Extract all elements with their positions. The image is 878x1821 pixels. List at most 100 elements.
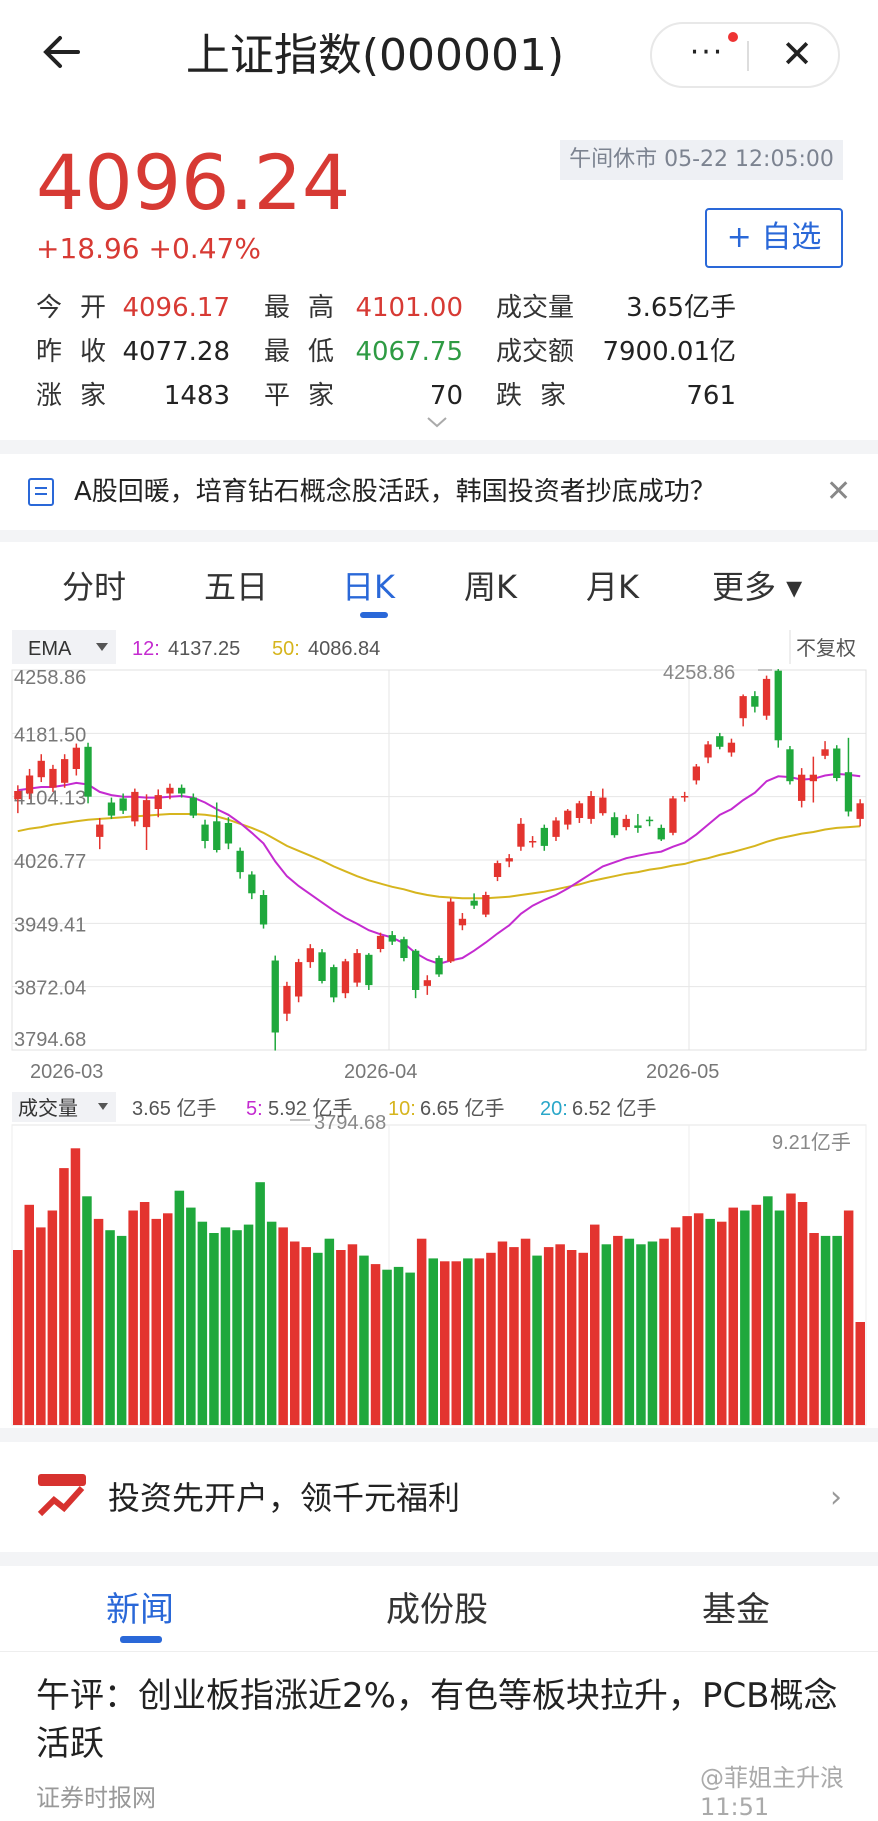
section-divider bbox=[0, 1552, 878, 1566]
account-promo[interactable]: 投资先开户，领千元福利 › bbox=[0, 1442, 878, 1552]
volume-bar bbox=[428, 1258, 438, 1425]
candle-body bbox=[25, 775, 34, 794]
tab-five-day[interactable]: 五日 bbox=[204, 562, 268, 612]
volume-bar bbox=[105, 1230, 115, 1425]
volume-bar bbox=[220, 1227, 231, 1425]
stat-value: 4096.17 bbox=[122, 293, 230, 323]
candle-body bbox=[306, 948, 314, 963]
stat-label: 平家 bbox=[264, 381, 353, 411]
candle-body bbox=[575, 803, 584, 818]
candle-body bbox=[517, 823, 525, 847]
tab-news[interactable]: 新闻 bbox=[106, 1588, 174, 1632]
back-button[interactable] bbox=[40, 30, 90, 80]
expand-stats-button[interactable] bbox=[425, 410, 449, 435]
candle-body bbox=[587, 796, 595, 819]
chevron-right-icon[interactable]: › bbox=[830, 1476, 842, 1520]
section-divider bbox=[0, 1428, 878, 1442]
candle-body bbox=[423, 980, 431, 986]
tab-constituents[interactable]: 成份股 bbox=[386, 1588, 488, 1632]
volume-ma10-label: 10: bbox=[388, 1098, 416, 1120]
candle-body bbox=[610, 817, 619, 836]
volume-bar bbox=[440, 1261, 450, 1425]
volume-bar bbox=[128, 1210, 138, 1425]
tab-more[interactable]: 更多 ▾ bbox=[712, 562, 802, 612]
kline-chart[interactable]: EMA 12: 4137.25 50: 4086.84 不复权 4258.864… bbox=[0, 630, 878, 1430]
candle-body bbox=[154, 795, 162, 809]
capsule-divider bbox=[747, 41, 749, 71]
candle-body bbox=[142, 800, 151, 828]
tab-daily-k[interactable]: 日K bbox=[342, 562, 395, 612]
stats-row: 昨收 4077.28 最低 4067.75 成交额 7900.01亿 bbox=[36, 330, 844, 374]
stat-value: 4101.00 bbox=[355, 293, 463, 323]
volume-bar bbox=[809, 1233, 819, 1425]
candle-body bbox=[318, 952, 326, 981]
news-banner-text[interactable]: A股回暖，培育钻石概念股活跃，韩国投资者抄底成功？ bbox=[74, 472, 716, 512]
ema12-label: 12: bbox=[132, 638, 160, 660]
volume-label[interactable]: 成交量 bbox=[18, 1097, 78, 1120]
news-source: 证券时报网 bbox=[36, 1784, 156, 1812]
volume-bar bbox=[336, 1250, 346, 1425]
candle-body bbox=[388, 935, 396, 942]
candle-body bbox=[833, 748, 841, 778]
x-tick-label: 2026-05 bbox=[646, 1061, 719, 1083]
tab-weekly-k[interactable]: 周K bbox=[464, 562, 517, 612]
volume-bar bbox=[682, 1216, 692, 1425]
stat-value: 761 bbox=[686, 381, 736, 411]
notification-dot bbox=[728, 32, 738, 42]
candle-body bbox=[131, 791, 139, 822]
candle-body bbox=[365, 954, 373, 986]
tab-monthly-k[interactable]: 月K bbox=[586, 562, 639, 612]
candle-body bbox=[189, 797, 197, 816]
candle-body bbox=[681, 796, 689, 798]
candle-body bbox=[739, 696, 747, 719]
volume-bar bbox=[451, 1261, 461, 1425]
candle-body bbox=[330, 967, 338, 998]
page-title: 上证指数(000001) bbox=[185, 30, 565, 81]
candle-body bbox=[14, 791, 22, 800]
indicator-name[interactable]: EMA bbox=[28, 638, 72, 660]
volume-ma5-label: 5: bbox=[246, 1098, 263, 1120]
watermark: @菲姐主升浪 11:51 bbox=[700, 1758, 878, 1821]
candle-body bbox=[762, 678, 771, 716]
tab-intraday[interactable]: 分时 bbox=[62, 562, 126, 612]
candle-body bbox=[786, 749, 794, 782]
candle-body bbox=[856, 803, 864, 819]
candle-body bbox=[248, 874, 256, 894]
candle-body bbox=[271, 960, 279, 1033]
close-icon[interactable]: ✕ bbox=[826, 472, 851, 512]
brand-logo-icon bbox=[36, 1470, 88, 1522]
candle-body bbox=[119, 798, 127, 811]
volume-bar bbox=[47, 1210, 58, 1425]
volume-bar bbox=[70, 1148, 81, 1425]
volume-bar bbox=[751, 1204, 762, 1425]
candle-body bbox=[412, 950, 420, 990]
y-tick-label: 3949.41 bbox=[14, 914, 86, 936]
tab-funds[interactable]: 基金 bbox=[702, 1588, 770, 1632]
candle-body bbox=[213, 821, 221, 850]
watermark-text: @菲姐主升浪 bbox=[700, 1764, 844, 1792]
close-button[interactable]: ✕ bbox=[757, 24, 837, 86]
volume-bar bbox=[555, 1244, 565, 1425]
active-tab-indicator bbox=[120, 1636, 162, 1643]
volume-current: 3.65 亿手 bbox=[132, 1097, 216, 1120]
add-watchlist-button[interactable]: + 自选 bbox=[705, 208, 843, 268]
candle-body bbox=[72, 747, 80, 769]
price-change: +18.96 +0.47% bbox=[36, 232, 261, 265]
news-article-title[interactable]: 午评：创业板指涨近2%，有色等板块拉升，PCB概念活跃 bbox=[36, 1672, 846, 1768]
adjust-mode[interactable]: 不复权 bbox=[796, 637, 856, 660]
stat-value: 4077.28 bbox=[122, 337, 230, 367]
promo-text[interactable]: 投资先开户，领千元福利 bbox=[108, 1476, 460, 1520]
volume-bar bbox=[290, 1241, 300, 1425]
volume-bar bbox=[139, 1202, 150, 1425]
volume-bar bbox=[613, 1235, 623, 1425]
candle-body bbox=[447, 901, 455, 962]
volume-bar bbox=[647, 1241, 658, 1425]
chart-period-tabs: 分时 五日 日K 周K 月K 更多 ▾ bbox=[0, 552, 878, 632]
volume-bar bbox=[590, 1224, 600, 1425]
candle-body bbox=[37, 760, 45, 778]
news-banner[interactable]: A股回暖，培育钻石概念股活跃，韩国投资者抄底成功？ ✕ bbox=[0, 454, 878, 530]
high-marker-label: 4258.86 bbox=[663, 662, 735, 684]
candle-body bbox=[704, 744, 712, 758]
candle-body bbox=[552, 820, 560, 837]
volume-bar bbox=[416, 1238, 427, 1425]
